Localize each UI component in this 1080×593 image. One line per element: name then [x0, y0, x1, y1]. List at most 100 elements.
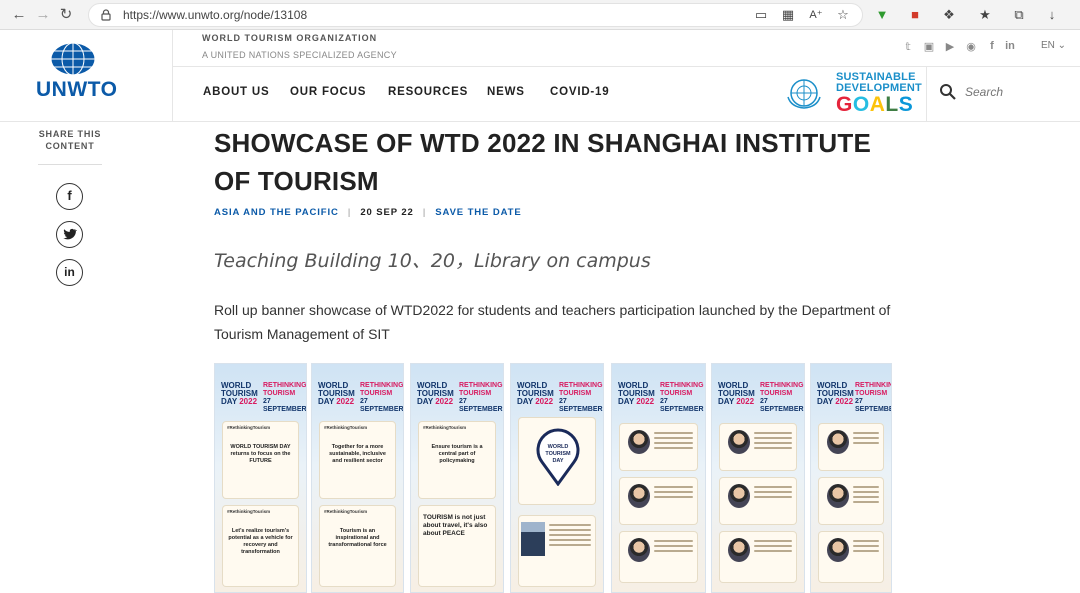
search-icon[interactable]	[939, 83, 957, 101]
banner-text-lines	[754, 432, 792, 452]
address-bar[interactable]: https://www.unwto.org/node/13108	[88, 3, 863, 27]
article-body: Roll up banner showcase of WTD2022 for s…	[214, 302, 891, 342]
share-divider	[38, 164, 102, 165]
banner-card: #RethinkingTourism Tourism is an inspira…	[320, 506, 395, 586]
forward-icon[interactable]: →	[34, 6, 52, 24]
banner-wtd-mark: WORLD TOURISM DAY 2022	[318, 381, 355, 406]
banner-card: #RethinkingTourism WORLD TOURISM DAY ret…	[223, 422, 298, 498]
search-input[interactable]	[965, 85, 1065, 99]
url-text: https://www.unwto.org/node/13108	[123, 8, 308, 22]
org-subtitle: A UNITED NATIONS SPECIALIZED AGENCY	[202, 50, 397, 60]
region-link[interactable]: ASIA AND THE PACIFIC	[214, 207, 339, 218]
text-size-icon[interactable]: A⁺	[807, 6, 825, 24]
banner-year: 2022	[239, 397, 258, 406]
apps-icon[interactable]: ▦	[779, 6, 797, 24]
extensions-icon[interactable]: ❖	[940, 6, 958, 24]
banner-text-lines	[654, 540, 693, 555]
banner-image[interactable]: WORLDTOURISMDAY 2022 RETHINKINGTOURISM27…	[410, 363, 504, 593]
banner-card: #RethinkingTourism Together for a more s…	[320, 422, 395, 498]
share-twitter-button[interactable]	[56, 221, 83, 248]
banner-card-text: TOURISM is not just about travel, it's a…	[423, 514, 488, 537]
banner-date: 27 SEPTEMBER	[760, 398, 804, 413]
article-title: SHOWCASE OF WTD 2022 IN SHANGHAI INSTITU…	[214, 128, 872, 196]
youtube-icon[interactable]: ▶	[943, 40, 957, 53]
person-photo	[628, 538, 650, 562]
meta-separator: |	[422, 207, 427, 218]
downloads-icon[interactable]: ↓	[1043, 6, 1061, 24]
read-aloud-icon[interactable]: ▭	[752, 6, 770, 24]
banner-theme: RETHINKINGTOURISM27 SEPTEMBER	[360, 382, 404, 413]
language-selector[interactable]: EN ⌄	[1041, 40, 1066, 51]
lock-icon	[101, 9, 111, 21]
flickr-icon[interactable]: ◉	[964, 40, 978, 53]
tag-link[interactable]: SAVE THE DATE	[435, 207, 521, 218]
refresh-icon[interactable]: ↻	[57, 6, 75, 24]
collections-icon[interactable]: ⧉	[1010, 6, 1028, 24]
share-title: SHARE THIS CONTENT	[38, 129, 102, 151]
banner-image[interactable]: WORLDTOURISMDAY 2022 RETHINKINGTOURISM27…	[311, 363, 404, 593]
person-card	[720, 424, 796, 470]
person-card	[620, 532, 697, 582]
banner-image[interactable]: WORLDTOURISMDAY 2022 RETHINKINGTOURISM27…	[810, 363, 892, 593]
nav-our-focus[interactable]: OUR FOCUS	[290, 86, 366, 98]
linkedin-icon[interactable]: in	[1003, 40, 1017, 52]
language-label: EN	[1041, 40, 1055, 51]
banner-text-lines	[754, 540, 792, 555]
banner-wtd-mark: WORLD TOURISM DAY 2022	[517, 381, 554, 406]
twitter-icon[interactable]: 𝕥	[901, 40, 915, 53]
banner-image[interactable]: WORLDTOURISMDAY 2022 RETHINKINGTOURISM27…	[214, 363, 307, 593]
person-card	[819, 424, 883, 470]
sdg-goals: GOALS	[836, 93, 914, 116]
banner-image[interactable]: WORLDTOURISMDAY 2022 RETHINKINGTOURISM27…	[711, 363, 805, 593]
banner-text-lines	[654, 486, 693, 501]
person-card	[720, 478, 796, 524]
person-photo	[827, 538, 849, 562]
svg-text:WORLD: WORLD	[548, 444, 569, 450]
share-facebook-button[interactable]: f	[56, 183, 83, 210]
svg-text:DAY: DAY	[552, 458, 563, 464]
twitter-icon	[62, 228, 77, 240]
banner-hashtag: #RethinkingTourism	[227, 509, 271, 514]
share-linkedin-button[interactable]: in	[56, 259, 83, 286]
instagram-icon[interactable]: ▣	[922, 40, 936, 53]
banner-date: 27 SEPTEMBER	[660, 398, 704, 413]
nav-about-us[interactable]: ABOUT US	[203, 86, 269, 98]
person-photo	[628, 484, 650, 508]
banner-theme: RETHINKINGTOURISM27 SEPTEMBER	[855, 382, 891, 414]
back-icon[interactable]: ←	[10, 6, 28, 24]
search-box[interactable]	[926, 67, 1080, 122]
banner-card-text: WORLD TOURISM DAY returns to focus on th…	[230, 444, 291, 464]
site-header: UNWTO WORLD TOURISM ORGANIZATION A UNITE…	[0, 30, 1080, 122]
banner-hashtag: #RethinkingTourism	[227, 425, 271, 430]
facebook-icon[interactable]: f	[985, 40, 999, 52]
sdg-logo[interactable]: SUSTAINABLE DEVELOPMENT GOALS	[836, 72, 922, 116]
banner-date: 27 SEPTEMBER	[855, 398, 891, 413]
download-extension-icon[interactable]: ▼	[873, 6, 891, 24]
banner-year: 2022	[736, 397, 755, 406]
banner-year: 2022	[435, 397, 454, 406]
person-photo	[827, 430, 849, 454]
logo[interactable]: UNWTO	[0, 30, 173, 122]
banner-image[interactable]: WORLDTOURISMDAY 2022 RETHINKINGTOURISM27…	[510, 363, 604, 593]
banner-text-lines	[654, 432, 693, 452]
banner-date: 27 SEPTEMBER	[360, 398, 404, 413]
un-emblem-icon[interactable]	[785, 77, 823, 109]
nav-covid-19[interactable]: COVID-19	[550, 86, 609, 98]
banner-year: 2022	[535, 397, 554, 406]
banner-text-lines	[549, 524, 591, 549]
banner-hashtag: #RethinkingTourism	[423, 425, 467, 430]
facebook-icon: f	[67, 188, 72, 203]
article-meta: ASIA AND THE PACIFIC | 20 SEP 22 | SAVE THE …	[214, 207, 522, 218]
banner-wtd-mark: WORLD TOURISM DAY 2022	[618, 381, 655, 406]
favorites-icon[interactable]: ★	[976, 6, 994, 24]
banner-theme: RETHINKINGTOURISM27 SEPTEMBER	[459, 382, 503, 413]
extension-red-icon[interactable]: ■	[906, 6, 924, 24]
nav-resources[interactable]: RESOURCES	[388, 86, 468, 98]
person-photo	[728, 484, 750, 508]
banner-image[interactable]: WORLDTOURISMDAY 2022 RETHINKINGTOURISM27…	[611, 363, 706, 593]
favorite-add-icon[interactable]: ☆	[834, 6, 852, 24]
person-card	[620, 478, 697, 524]
person-card	[620, 424, 697, 470]
org-name: WORLD TOURISM ORGANIZATION	[202, 33, 378, 43]
nav-news[interactable]: NEWS	[487, 86, 525, 98]
